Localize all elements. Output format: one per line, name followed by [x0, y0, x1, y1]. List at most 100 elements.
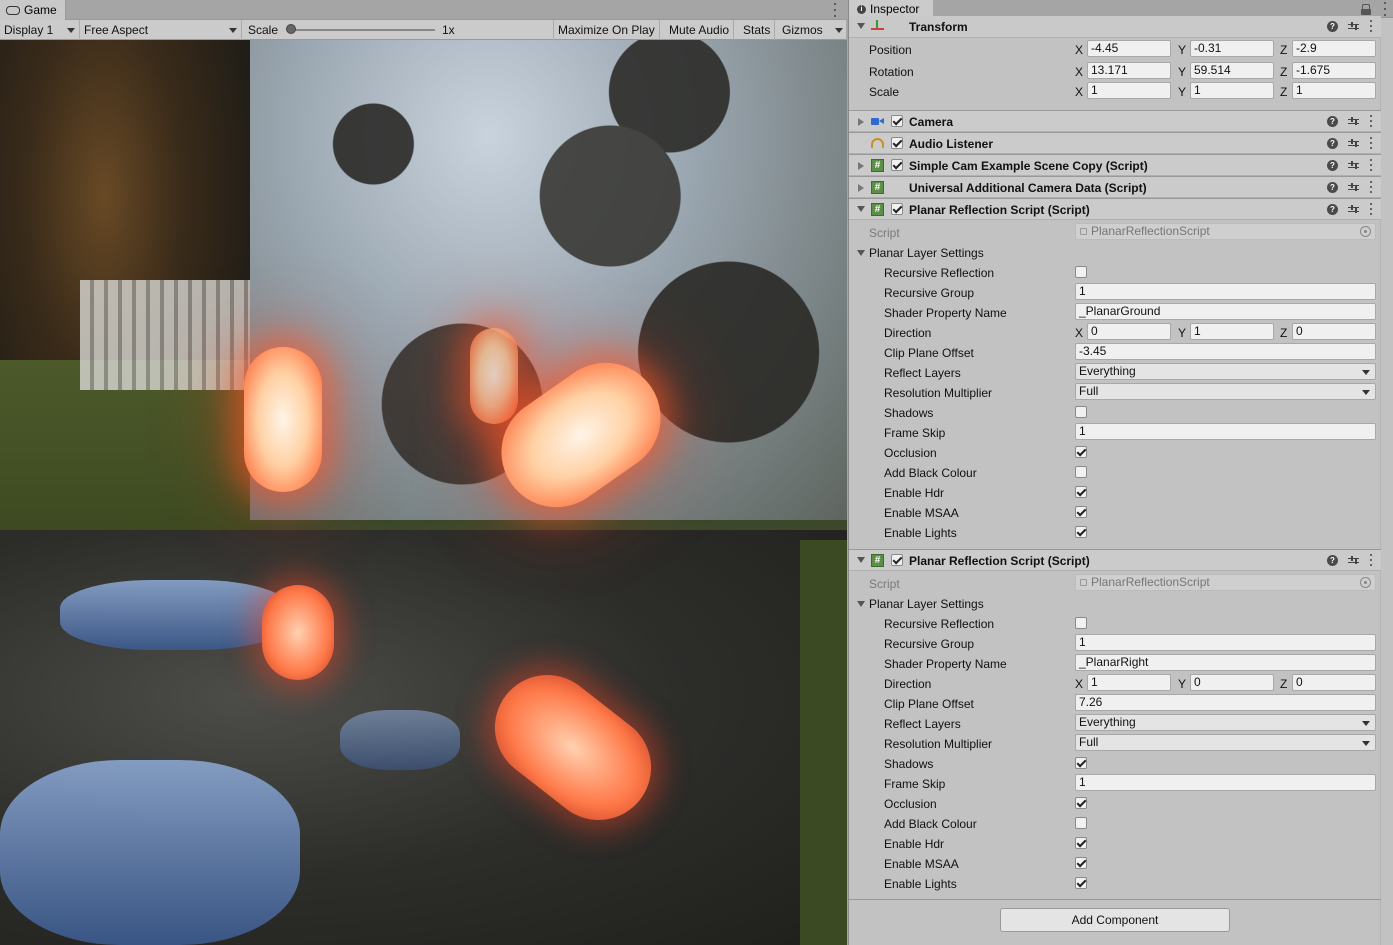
resolution-multiplier-dropdown[interactable]: Full — [1075, 734, 1376, 751]
help-icon[interactable]: ? — [1327, 137, 1338, 149]
direction-x-field[interactable]: 0 — [1087, 323, 1171, 340]
resolution-multiplier-dropdown[interactable]: Full — [1075, 383, 1376, 400]
component-menu-icon[interactable] — [1369, 115, 1373, 127]
urp-camera-data-header[interactable]: # Universal Additional Camera Data (Scri… — [849, 176, 1381, 198]
inspector-scrollbar[interactable] — [1380, 18, 1393, 945]
component-menu-icon[interactable] — [1369, 554, 1373, 566]
position-y-field[interactable]: -0.31 — [1190, 40, 1274, 57]
direction-y-field[interactable]: 1 — [1190, 323, 1274, 340]
recursive-group-field[interactable]: 1 — [1075, 283, 1376, 300]
enable-lights-checkbox[interactable] — [1075, 526, 1087, 538]
help-icon[interactable]: ? — [1327, 159, 1338, 171]
enable-msaa-checkbox[interactable] — [1075, 857, 1087, 869]
preset-icon[interactable] — [1348, 160, 1359, 171]
component-menu-icon[interactable] — [1369, 20, 1373, 32]
simple-cam-enabled-checkbox[interactable] — [891, 159, 903, 171]
scale-x-field[interactable]: 1 — [1087, 82, 1171, 99]
foldout-closed-icon[interactable] — [858, 184, 864, 192]
foldout-open-icon[interactable] — [857, 206, 865, 212]
planar-layer-settings-foldout[interactable]: Planar Layer Settings — [849, 594, 1381, 614]
script-field[interactable]: PlanarReflectionScript — [1075, 223, 1376, 240]
foldout-open-icon[interactable] — [857, 250, 865, 256]
component-menu-icon[interactable] — [1369, 203, 1373, 215]
component-menu-icon[interactable] — [1369, 159, 1373, 171]
frame-skip-field[interactable]: 1 — [1075, 774, 1376, 791]
direction-z-field[interactable]: 0 — [1292, 323, 1376, 340]
stats-toggle[interactable]: Stats — [739, 20, 776, 40]
help-icon[interactable]: ? — [1327, 115, 1338, 127]
scale-slider-knob[interactable] — [286, 24, 296, 34]
shadows-checkbox[interactable] — [1075, 757, 1087, 769]
preset-icon[interactable] — [1348, 21, 1359, 32]
scale-slider-track[interactable] — [290, 29, 435, 31]
enable-msaa-checkbox[interactable] — [1075, 506, 1087, 518]
foldout-closed-icon[interactable] — [858, 118, 864, 126]
recursive-group-field[interactable]: 1 — [1075, 634, 1376, 651]
foldout-open-icon[interactable] — [857, 601, 865, 607]
add-black-colour-checkbox[interactable] — [1075, 817, 1087, 829]
scale-z-field[interactable]: 1 — [1292, 82, 1376, 99]
rotation-x-field[interactable]: 13.171 — [1087, 62, 1171, 79]
planar-reflection-enabled-checkbox[interactable] — [891, 554, 903, 566]
enable-hdr-checkbox[interactable] — [1075, 837, 1087, 849]
recursive-reflection-checkbox[interactable] — [1075, 617, 1087, 629]
planar-layer-settings-foldout[interactable]: Planar Layer Settings — [849, 243, 1381, 263]
lock-icon[interactable] — [1361, 4, 1371, 15]
help-icon[interactable]: ? — [1327, 181, 1338, 193]
clip-plane-offset-field[interactable]: -3.45 — [1075, 343, 1376, 360]
object-picker-icon[interactable] — [1360, 577, 1371, 588]
preset-icon[interactable] — [1348, 204, 1359, 215]
planar-reflection-header[interactable]: # Planar Reflection Script (Script) ? — [849, 198, 1381, 220]
display-dropdown[interactable]: Display 1 — [0, 20, 80, 40]
audio-listener-enabled-checkbox[interactable] — [891, 137, 903, 149]
mute-audio-toggle[interactable]: Mute Audio — [665, 20, 735, 40]
script-field[interactable]: PlanarReflectionScript — [1075, 574, 1376, 591]
frame-skip-field[interactable]: 1 — [1075, 423, 1376, 440]
reflect-layers-dropdown[interactable]: Everything — [1075, 714, 1376, 731]
planar-reflection-enabled-checkbox[interactable] — [891, 203, 903, 215]
direction-y-field[interactable]: 0 — [1190, 674, 1274, 691]
enable-hdr-checkbox[interactable] — [1075, 486, 1087, 498]
recursive-reflection-checkbox[interactable] — [1075, 266, 1087, 278]
scale-y-field[interactable]: 1 — [1190, 82, 1274, 99]
direction-z-field[interactable]: 0 — [1292, 674, 1376, 691]
rotation-z-field[interactable]: -1.675 — [1292, 62, 1376, 79]
rotation-y-field[interactable]: 59.514 — [1190, 62, 1274, 79]
position-z-field[interactable]: -2.9 — [1292, 40, 1376, 57]
tab-game[interactable]: Game — [0, 0, 66, 20]
shader-property-field[interactable]: _PlanarRight — [1075, 654, 1376, 671]
help-icon[interactable]: ? — [1327, 554, 1338, 566]
camera-component-header[interactable]: Camera ? — [849, 110, 1381, 132]
add-component-button[interactable]: Add Component — [1000, 908, 1230, 932]
help-icon[interactable]: ? — [1327, 20, 1338, 32]
preset-icon[interactable] — [1348, 182, 1359, 193]
object-picker-icon[interactable] — [1360, 226, 1371, 237]
help-icon[interactable]: ? — [1327, 203, 1338, 215]
maximize-on-play-toggle[interactable]: Maximize On Play — [554, 20, 660, 40]
preset-icon[interactable] — [1348, 138, 1359, 149]
occlusion-checkbox[interactable] — [1075, 446, 1087, 458]
aspect-dropdown[interactable]: Free Aspect — [80, 20, 242, 40]
shadows-checkbox[interactable] — [1075, 406, 1087, 418]
planar-reflection-header[interactable]: # Planar Reflection Script (Script) ? — [849, 549, 1381, 571]
component-menu-icon[interactable] — [1369, 137, 1373, 149]
audio-listener-header[interactable]: Audio Listener ? — [849, 132, 1381, 154]
foldout-open-icon[interactable] — [857, 23, 865, 29]
occlusion-checkbox[interactable] — [1075, 797, 1087, 809]
reflect-layers-dropdown[interactable]: Everything — [1075, 363, 1376, 380]
game-viewport[interactable] — [0, 40, 847, 945]
simple-cam-script-header[interactable]: # Simple Cam Example Scene Copy (Script)… — [849, 154, 1381, 176]
camera-enabled-checkbox[interactable] — [891, 115, 903, 127]
clip-plane-offset-field[interactable]: 7.26 — [1075, 694, 1376, 711]
foldout-closed-icon[interactable] — [858, 162, 864, 170]
foldout-open-icon[interactable] — [857, 557, 865, 563]
gizmos-dropdown[interactable]: Gizmos — [778, 20, 847, 40]
position-x-field[interactable]: -4.45 — [1087, 40, 1171, 57]
direction-x-field[interactable]: 1 — [1087, 674, 1171, 691]
add-black-colour-checkbox[interactable] — [1075, 466, 1087, 478]
preset-icon[interactable] — [1348, 555, 1359, 566]
transform-header[interactable]: Transform ? — [849, 16, 1381, 38]
enable-lights-checkbox[interactable] — [1075, 877, 1087, 889]
component-menu-icon[interactable] — [1369, 181, 1373, 193]
preset-icon[interactable] — [1348, 116, 1359, 127]
